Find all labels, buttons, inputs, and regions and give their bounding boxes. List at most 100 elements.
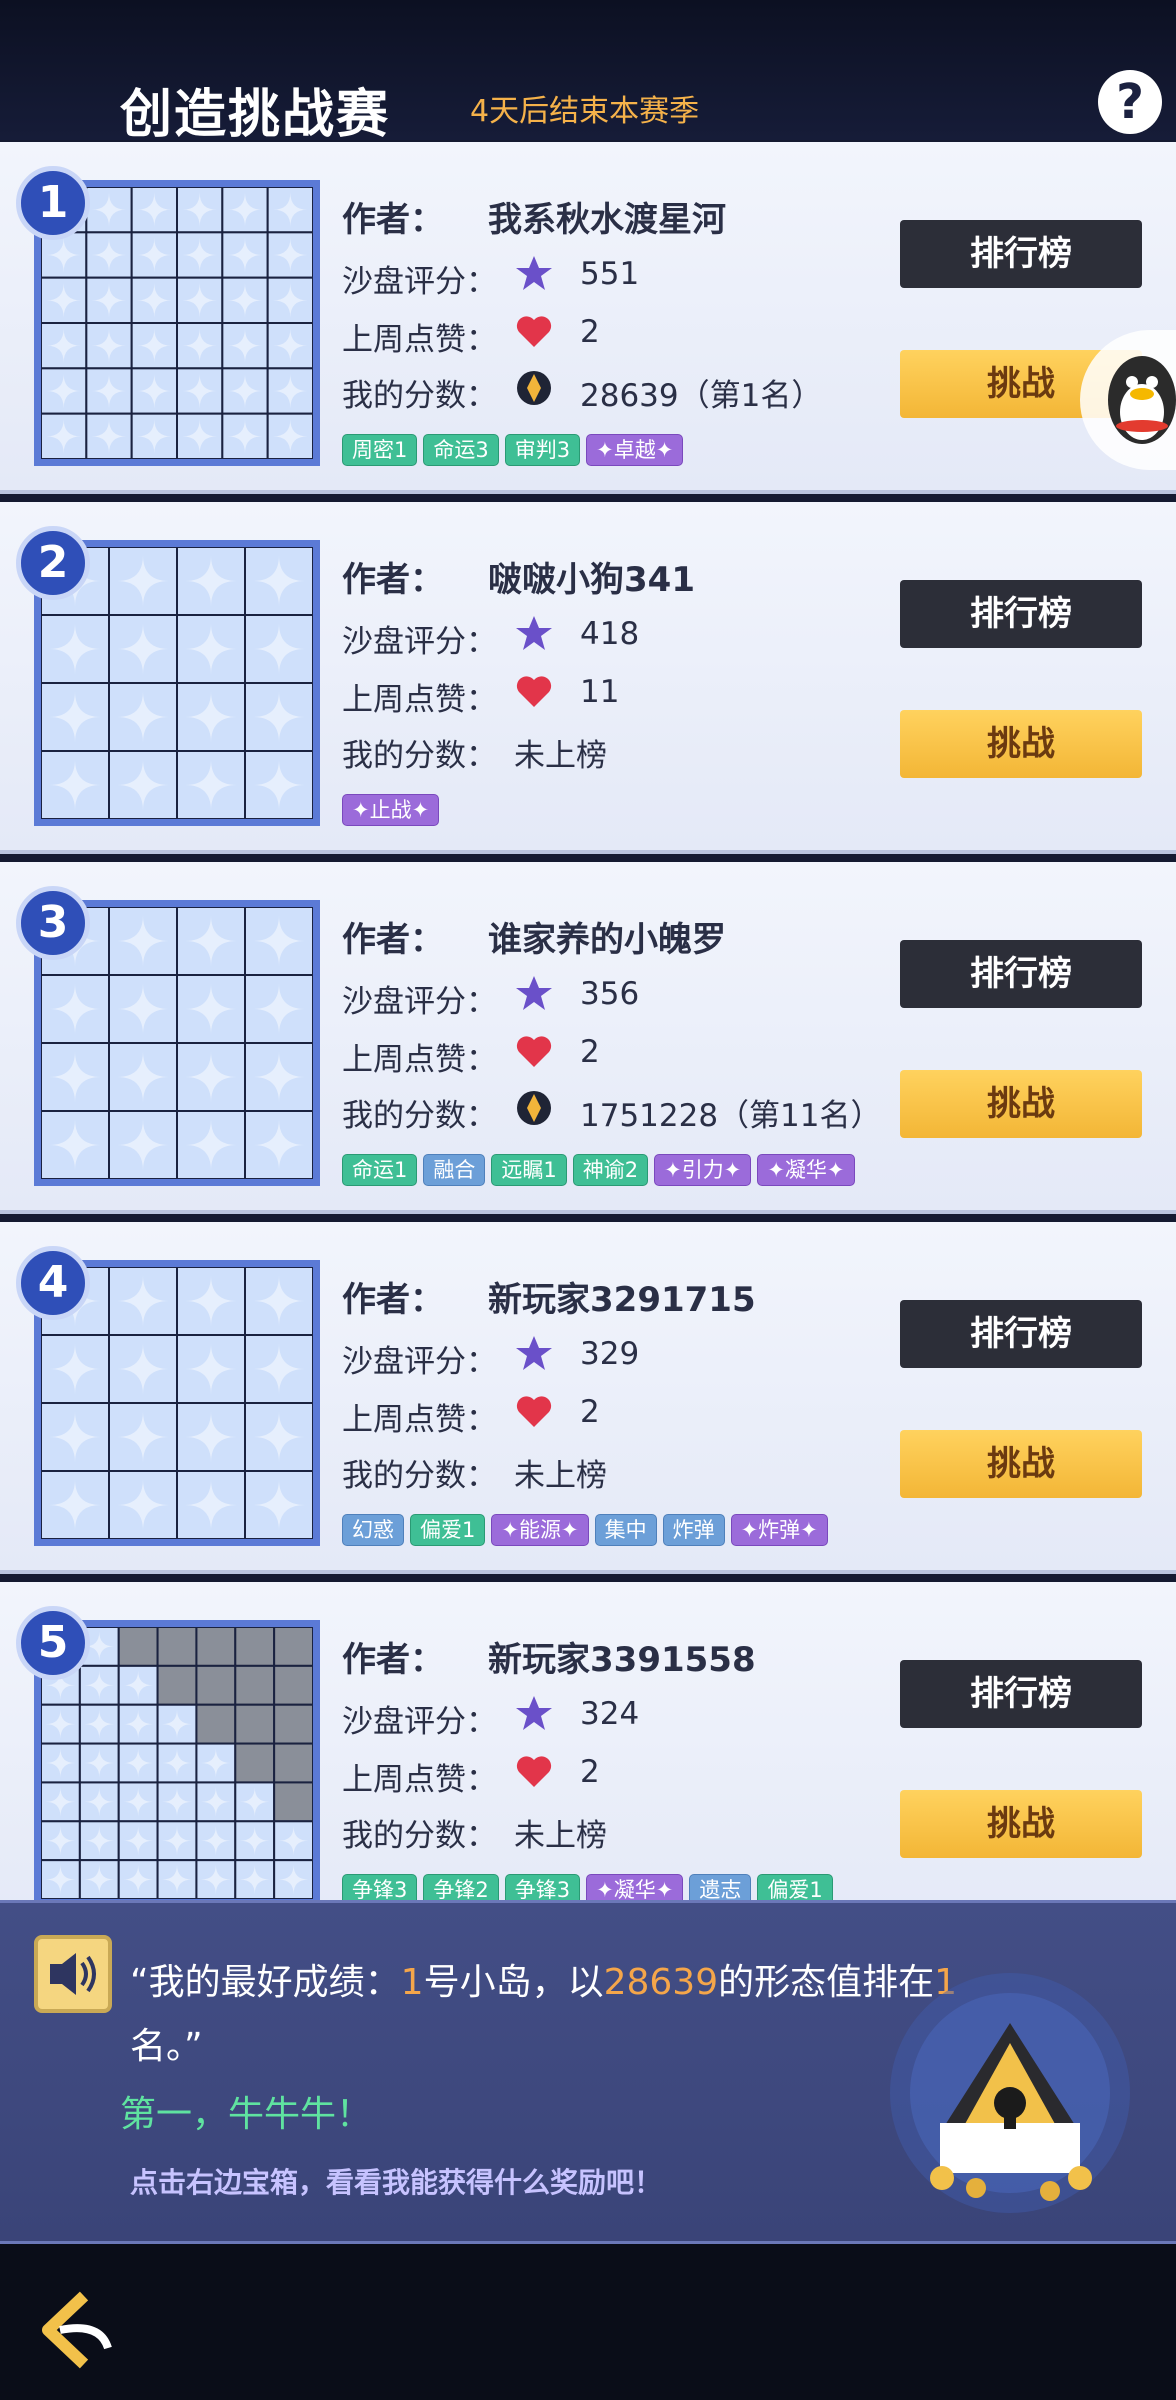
score-row: 我的分数： 28639（第1名） <box>342 370 822 415</box>
ranking-button[interactable]: 排行榜 <box>900 940 1142 1008</box>
ranking-button[interactable]: 排行榜 <box>900 220 1142 288</box>
rating-label: 沙盘评分： <box>342 624 497 660</box>
back-arrow-icon[interactable] <box>30 2282 126 2378</box>
tag: ✦凝华✦ <box>586 1874 684 1900</box>
rating-row: 沙盘评分： 418 <box>342 616 639 661</box>
challenge-button[interactable]: 挑战 <box>900 710 1142 778</box>
rating-label: 沙盘评分： <box>342 1704 497 1740</box>
likes-row: 上周点赞： 2 <box>342 1034 600 1079</box>
author-label: 作者： <box>342 200 444 240</box>
tag: 神谕2 <box>572 1154 649 1186</box>
quote-text: 名。” <box>130 2026 203 2067</box>
tag: 偏爱1 <box>757 1874 833 1900</box>
heart-icon <box>516 1756 552 1787</box>
rating-row: 沙盘评分： 356 <box>342 976 639 1021</box>
likes-row: 上周点赞： 2 <box>342 314 600 359</box>
star-icon <box>516 1696 552 1730</box>
challenge-card[interactable]: 2 作者： 啵啵小狗341 沙盘评分： 418 上周点赞： 11 我的分数： 未上… <box>0 502 1176 854</box>
best-score-quote: “我的最好成绩：1号小岛，以28639的形态值排在1名。” <box>130 1951 970 2079</box>
score-label: 我的分数： <box>342 1098 497 1134</box>
heart-icon <box>516 1396 552 1427</box>
board-grid <box>41 187 313 459</box>
score-row: 我的分数： 未上榜 <box>342 730 607 775</box>
tag: 命运3 <box>423 434 499 466</box>
ranking-button[interactable]: 排行榜 <box>900 1660 1142 1728</box>
challenge-card[interactable]: 3 作者： 谁家养的小魄罗 沙盘评分： 356 上周点赞： 2 我的分数： 175… <box>0 862 1176 1214</box>
heart-icon <box>516 676 552 707</box>
score-label: 我的分数： <box>342 378 497 414</box>
challenge-card[interactable]: 4 作者： 新玩家3291715 沙盘评分： 329 上周点赞： 2 我的分数： … <box>0 1222 1176 1574</box>
author-name: 新玩家3291715 <box>488 1280 756 1320</box>
tag: 炸弹 <box>662 1514 725 1546</box>
likes-value: 2 <box>580 314 600 350</box>
likes-row: 上周点赞： 2 <box>342 1394 600 1439</box>
tag: 争锋3 <box>342 1874 418 1900</box>
likes-value: 11 <box>580 674 620 710</box>
score-row: 我的分数： 未上榜 <box>342 1810 607 1855</box>
qq-penguin-icon[interactable] <box>1080 330 1176 470</box>
tag: ✦凝华✦ <box>757 1154 855 1186</box>
score-label: 我的分数： <box>342 1818 497 1854</box>
quote-text: 号小岛，以 <box>423 1962 604 2003</box>
praise-text: 第一，牛牛牛！ <box>120 2094 373 2135</box>
challenge-button[interactable]: 挑战 <box>900 1070 1142 1138</box>
ranking-button[interactable]: 排行榜 <box>900 580 1142 648</box>
rating-value: 329 <box>580 1336 640 1372</box>
season-countdown: 4天后结束本赛季 <box>470 94 700 129</box>
star-icon <box>516 976 552 1010</box>
rating-value: 551 <box>580 256 640 292</box>
star-icon <box>516 616 552 650</box>
heart-icon <box>516 316 552 347</box>
tag: 远瞩1 <box>491 1154 567 1186</box>
challenge-list[interactable]: 1 作者： 我系秋水渡星河 沙盘评分： 551 上周点赞： 2 我的分数： 286… <box>0 142 1176 1900</box>
author-line: 作者： 新玩家3391558 <box>342 1632 756 1681</box>
author-label: 作者： <box>342 560 444 600</box>
likes-label: 上周点赞： <box>342 1402 497 1438</box>
rating-label: 沙盘评分： <box>342 264 497 300</box>
tag: 命运1 <box>342 1154 418 1186</box>
likes-label: 上周点赞： <box>342 322 497 358</box>
score-label: 我的分数： <box>342 738 497 774</box>
rank-badge: 3 <box>16 886 90 960</box>
score-label: 我的分数： <box>342 1458 497 1494</box>
rating-row: 沙盘评分： 329 <box>342 1336 639 1381</box>
score-value: 未上榜 <box>514 1458 607 1494</box>
tag-list: ✦止战✦ <box>342 794 440 828</box>
tag: 审判3 <box>504 434 581 466</box>
author-name: 啵啵小狗341 <box>488 560 695 600</box>
coin-icon <box>517 1091 551 1125</box>
rating-value: 418 <box>580 616 640 652</box>
heart-icon <box>516 1036 552 1067</box>
likes-value: 2 <box>580 1394 600 1430</box>
rating-value: 356 <box>580 976 640 1012</box>
challenge-button[interactable]: 挑战 <box>900 1790 1142 1858</box>
ranking-button[interactable]: 排行榜 <box>900 1300 1142 1368</box>
author-name: 新玩家3391558 <box>488 1640 756 1680</box>
rating-row: 沙盘评分： 324 <box>342 1696 639 1741</box>
tag: 周密1 <box>342 434 418 466</box>
tag: ✦引力✦ <box>654 1154 752 1186</box>
speaker-icon[interactable] <box>34 1935 112 2013</box>
score-value: 未上榜 <box>514 738 607 774</box>
challenge-button[interactable]: 挑战 <box>900 1430 1142 1498</box>
score-row: 我的分数： 未上榜 <box>342 1450 607 1495</box>
rating-label: 沙盘评分： <box>342 984 497 1020</box>
header-bar: 创造挑战赛 4天后结束本赛季 ? <box>0 0 1176 145</box>
likes-label: 上周点赞： <box>342 1042 497 1078</box>
tag: ✦止战✦ <box>342 794 440 826</box>
tag: 融合 <box>423 1154 486 1186</box>
tag: 集中 <box>594 1514 657 1546</box>
author-line: 作者： 我系秋水渡星河 <box>342 192 726 241</box>
tag: 遗志 <box>689 1874 752 1900</box>
tag: ✦卓越✦ <box>586 434 684 466</box>
help-icon[interactable]: ? <box>1098 70 1162 134</box>
author-line: 作者： 谁家养的小魄罗 <box>342 912 726 961</box>
challenge-card[interactable]: 1 作者： 我系秋水渡星河 沙盘评分： 551 上周点赞： 2 我的分数： 286… <box>0 142 1176 494</box>
author-name: 谁家养的小魄罗 <box>488 920 726 960</box>
treasure-chest-icon[interactable] <box>880 1963 1140 2223</box>
challenge-card[interactable]: 5 作者： 新玩家3391558 沙盘评分： 324 上周点赞： 2 我的分数： … <box>0 1582 1176 1900</box>
score-value: 1751228（第11名） <box>580 1098 882 1134</box>
score-value: 未上榜 <box>514 1818 607 1854</box>
author-label: 作者： <box>342 920 444 960</box>
board-grid <box>41 1267 313 1539</box>
